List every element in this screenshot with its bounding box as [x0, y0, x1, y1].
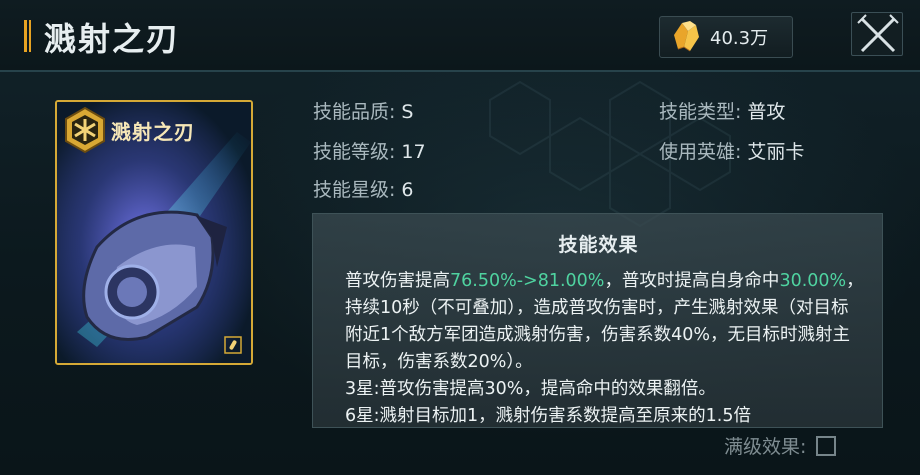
info-hero: 使用英雄: 艾丽卡 — [659, 137, 804, 164]
max-level-checkbox[interactable] — [816, 435, 837, 456]
hero-value: 艾丽卡 — [747, 141, 805, 163]
effect-highlight-1: 76.50%->81.00% — [450, 271, 605, 291]
quality-label: 技能品质: — [313, 101, 396, 123]
page-title: 溅射之刃 — [44, 20, 181, 58]
effect-highlight-2: 30.00% — [779, 271, 847, 291]
info-quality: 技能品质: S — [313, 97, 413, 124]
skill-detail-panel: 溅射之刃 40.3万 溅射之刃 技能品质: S 技能等级: 17 技能星级: 6… — [0, 0, 920, 475]
level-label: 技能等级: — [313, 141, 396, 163]
effect-title: 技能效果 — [558, 234, 639, 256]
info-star: 技能星级: 6 — [313, 175, 414, 202]
effect-text-2: ，普攻时提高自身命中 — [604, 271, 780, 291]
hero-label: 使用英雄: — [659, 141, 742, 163]
quality-value: S — [401, 101, 414, 123]
currency-amount: 40.3万 — [710, 28, 769, 49]
close-button[interactable] — [851, 12, 903, 56]
max-level-label: 满级效果: — [724, 436, 807, 458]
effect-text-1: 普攻伤害提高 — [345, 271, 450, 291]
title-accent — [24, 20, 31, 52]
max-level-toggle[interactable]: 满级效果: — [724, 432, 837, 459]
currency-display[interactable]: 40.3万 — [659, 16, 793, 58]
card-skill-name: 溅射之刃 — [111, 120, 195, 144]
bullet-icon — [224, 336, 242, 354]
header-bar: 溅射之刃 40.3万 — [0, 0, 920, 72]
type-value: 普攻 — [747, 101, 786, 123]
star-label: 技能星级: — [313, 179, 396, 201]
effect-star6: 6星:溅射目标加1，溅射伤害系数提高至原来的1.5倍 — [345, 406, 751, 426]
close-icon — [857, 14, 899, 53]
info-type: 技能类型: 普攻 — [659, 97, 785, 124]
info-level: 技能等级: 17 — [313, 137, 426, 164]
hex-emblem-icon — [65, 106, 105, 154]
effect-star3: 3星:普攻伤害提高30%，提高命中的效果翻倍。 — [345, 379, 716, 399]
skill-effect-box[interactable]: 技能效果 普攻伤害提高76.50%->81.00%，普攻时提高自身命中30.00… — [312, 213, 883, 428]
effect-description: 普攻伤害提高76.50%->81.00%，普攻时提高自身命中30.00%，持续1… — [345, 268, 865, 427]
type-label: 技能类型: — [659, 101, 742, 123]
crystal-icon — [674, 21, 699, 52]
star-value: 6 — [401, 179, 414, 201]
skill-card: 溅射之刃 — [55, 100, 253, 365]
level-value: 17 — [401, 141, 426, 163]
